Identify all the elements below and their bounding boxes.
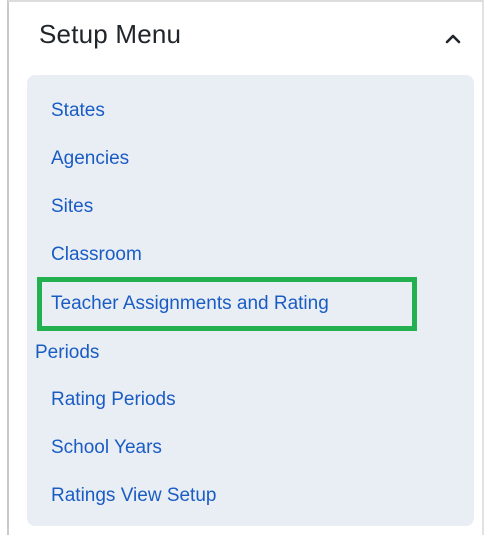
setup-menu-panel: Setup Menu States Agencies Sites Classro… [7,0,484,535]
chevron-up-icon[interactable] [442,28,464,50]
menu-item-states[interactable]: States [51,100,105,122]
menu-item-teacher-assignments-continuation[interactable]: Periods [35,342,99,364]
menu-item-ratings-view-setup[interactable]: Ratings View Setup [51,485,216,507]
menu-item-sites[interactable]: Sites [51,196,93,218]
setup-menu-list: States Agencies Sites Classroom Teacher … [27,75,474,526]
setup-menu-header[interactable]: Setup Menu [9,2,482,74]
menu-item-teacher-assignments[interactable]: Teacher Assignments and Rating [51,293,329,315]
menu-item-school-years[interactable]: School Years [51,437,162,459]
panel-title: Setup Menu [39,19,182,49]
menu-item-rating-periods[interactable]: Rating Periods [51,389,176,411]
menu-item-agencies[interactable]: Agencies [51,148,129,170]
menu-item-classroom[interactable]: Classroom [51,244,142,266]
